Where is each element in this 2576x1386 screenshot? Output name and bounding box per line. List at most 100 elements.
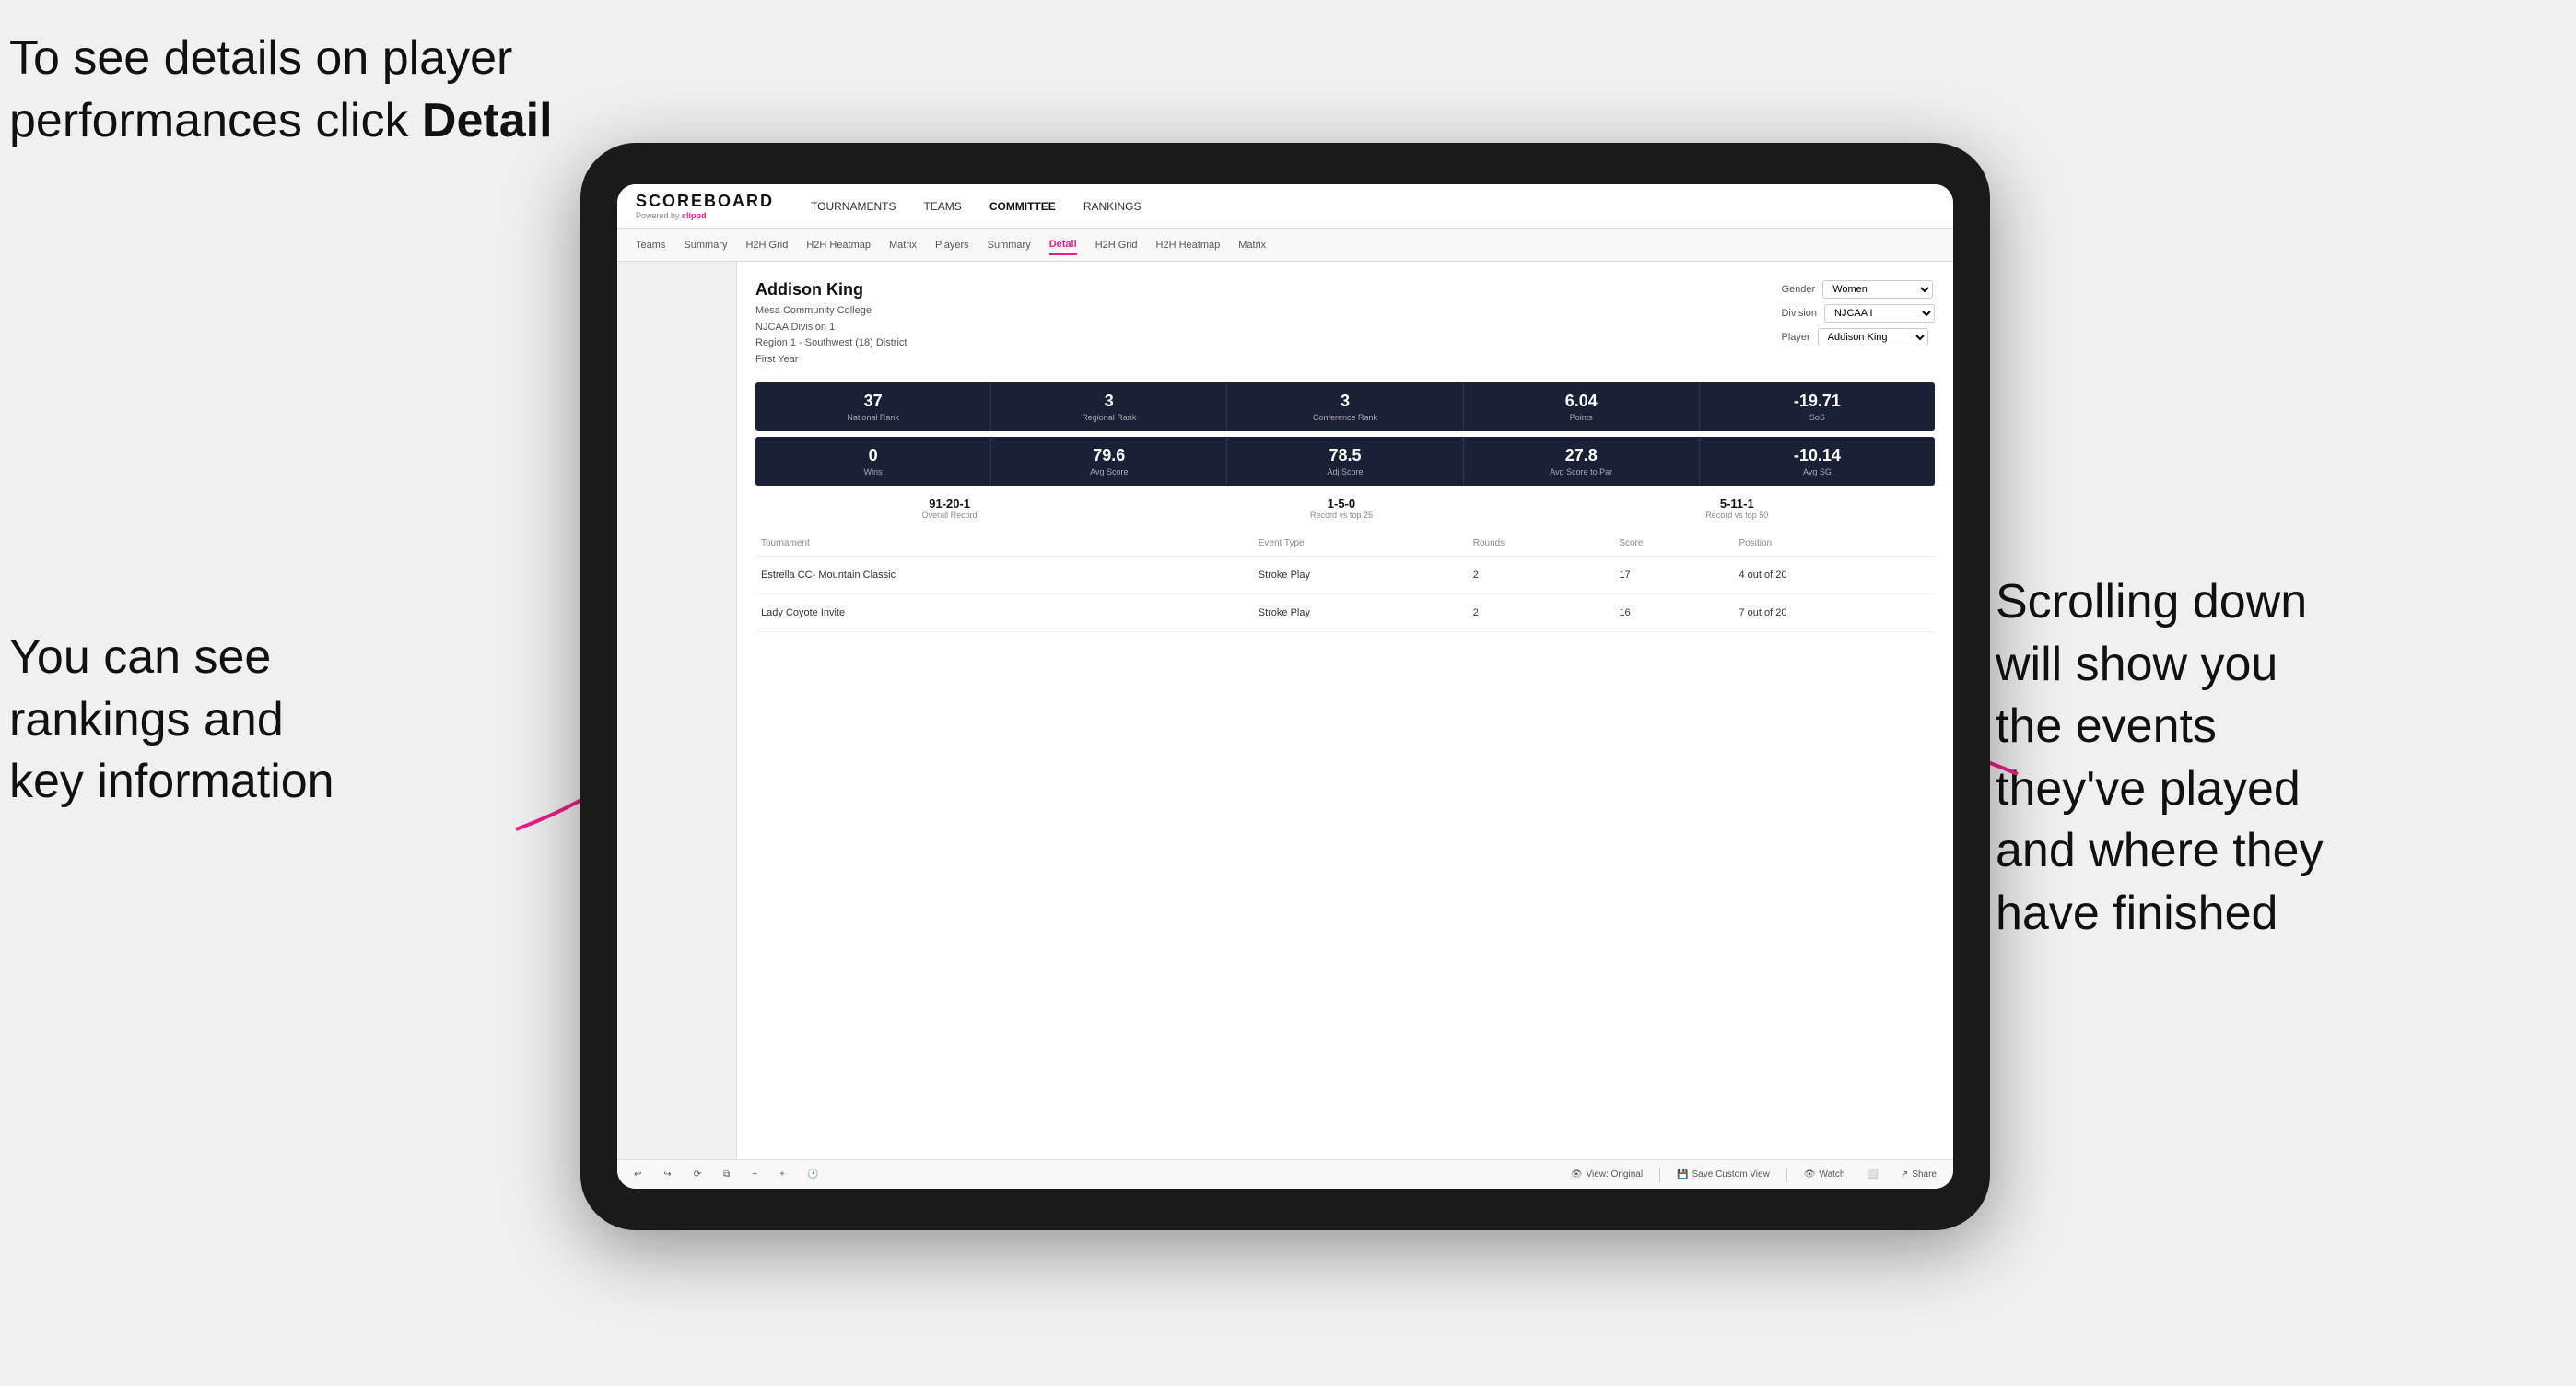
- event-tournament-1: Estrella CC- Mountain Classic: [755, 557, 1253, 594]
- subnav-summary[interactable]: Summary: [684, 236, 727, 254]
- player-selector-row: Player Addison King: [1781, 328, 1935, 346]
- record-overall: 91-20-1 Overall Record: [922, 497, 978, 520]
- toolbar-save[interactable]: 💾 Save Custom View: [1671, 1168, 1775, 1181]
- event-score-2: 16: [1613, 594, 1733, 632]
- toolbar-minus[interactable]: −: [746, 1168, 763, 1181]
- top-nav-items: TOURNAMENTS TEAMS COMMITTEE RANKINGS: [811, 196, 1141, 217]
- annotation-bottom-left: You can see rankings and key information: [9, 627, 516, 814]
- stat-points: 6.04 Points: [1464, 382, 1700, 431]
- record-top25: 1-5-0 Record vs top 25: [1310, 497, 1373, 520]
- player-info: Addison King Mesa Community College NJCA…: [755, 280, 907, 368]
- watch-label: Watch: [1820, 1169, 1845, 1180]
- top-nav: SCOREBOARD Powered by clippd TOURNAMENTS…: [617, 184, 1953, 229]
- stat-adj-score: 78.5 Adj Score: [1227, 437, 1463, 486]
- logo-scoreboard: SCOREBOARD: [636, 192, 774, 211]
- event-position-2: 7 out of 20: [1733, 594, 1935, 632]
- player-region: Region 1 - Southwest (18) District: [755, 337, 907, 348]
- col-position: Position: [1733, 531, 1935, 557]
- toolbar-share[interactable]: ↗ Share: [1895, 1168, 1942, 1181]
- nav-committee[interactable]: COMMITTEE: [989, 196, 1056, 217]
- tablet-screen: SCOREBOARD Powered by clippd TOURNAMENTS…: [617, 184, 1953, 1189]
- stat-conference-rank: 3 Conference Rank: [1227, 382, 1463, 431]
- subnav-players[interactable]: Players: [935, 236, 969, 254]
- stat-avg-score: 79.6 Avg Score: [991, 437, 1227, 486]
- main-content: Addison King Mesa Community College NJCA…: [617, 262, 1953, 1159]
- player-year: First Year: [755, 354, 798, 365]
- record-top50: 5-11-1 Record vs top 50: [1705, 497, 1768, 520]
- col-score: Score: [1613, 531, 1733, 557]
- gender-selector-row: Gender Women Men: [1781, 280, 1935, 299]
- event-tournament-2: Lady Coyote Invite: [755, 594, 1253, 632]
- logo-brand: clippd: [682, 211, 707, 220]
- stat-sos: -19.71 SoS: [1700, 382, 1935, 431]
- subnav-detail[interactable]: Detail: [1049, 235, 1077, 255]
- player-label: Player: [1781, 332, 1809, 343]
- subnav-h2h-grid[interactable]: H2H Grid: [745, 236, 788, 254]
- save-label: Save Custom View: [1692, 1169, 1770, 1180]
- view-label: View: Original: [1587, 1169, 1644, 1180]
- player-select[interactable]: Addison King: [1818, 328, 1928, 346]
- toolbar-view[interactable]: 👁 View: Original: [1565, 1168, 1648, 1181]
- subnav-h2h-heatmap[interactable]: H2H Heatmap: [806, 236, 871, 254]
- tablet: SCOREBOARD Powered by clippd TOURNAMENTS…: [580, 143, 1990, 1230]
- col-rounds: Rounds: [1468, 531, 1614, 557]
- nav-rankings[interactable]: RANKINGS: [1083, 196, 1142, 217]
- col-tournament: Tournament: [755, 531, 1253, 557]
- stat-regional-rank: 3 Regional Rank: [991, 382, 1227, 431]
- stat-national-rank: 37 National Rank: [755, 382, 991, 431]
- watch-icon: 👁: [1804, 1169, 1816, 1180]
- event-rounds-1: 2: [1468, 557, 1614, 594]
- player-name: Addison King: [755, 280, 907, 300]
- gender-select[interactable]: Women Men: [1822, 280, 1933, 299]
- player-header: Addison King Mesa Community College NJCA…: [755, 280, 1935, 368]
- nav-tournaments[interactable]: TOURNAMENTS: [811, 196, 896, 217]
- event-type-2: Stroke Play: [1253, 594, 1468, 632]
- toolbar-sep-1: [1659, 1168, 1660, 1182]
- toolbar-clock[interactable]: 🕐: [802, 1168, 824, 1181]
- stat-avg-sg: -10.14 Avg SG: [1700, 437, 1935, 486]
- toolbar-refresh[interactable]: ⟳: [688, 1168, 707, 1181]
- toolbar-plus[interactable]: +: [774, 1168, 790, 1181]
- event-position-1: 4 out of 20: [1733, 557, 1935, 594]
- share-icon: ↗: [1901, 1169, 1908, 1180]
- share-label: Share: [1912, 1169, 1937, 1180]
- division-select[interactable]: NJCAA I NJCAA II: [1824, 304, 1935, 323]
- subnav-teams[interactable]: Teams: [636, 236, 665, 254]
- subnav-matrix[interactable]: Matrix: [889, 236, 917, 254]
- division-label: Division: [1781, 308, 1817, 319]
- player-division: NJCAA Division 1: [755, 322, 835, 333]
- event-rounds-2: 2: [1468, 594, 1614, 632]
- division-selector-row: Division NJCAA I NJCAA II: [1781, 304, 1935, 323]
- toolbar-undo[interactable]: ↩: [628, 1168, 647, 1181]
- toolbar-sep-2: [1786, 1168, 1787, 1182]
- content-area: Addison King Mesa Community College NJCA…: [737, 262, 1953, 1159]
- annotation-right: Scrolling down will show you the events …: [1996, 571, 2567, 946]
- player-selectors: Gender Women Men Division NJCAA I NJCAA …: [1781, 280, 1935, 368]
- stats-row-1: 37 National Rank 3 Regional Rank 3 Confe…: [755, 382, 1935, 431]
- subnav-h2h-grid2[interactable]: H2H Grid: [1095, 236, 1138, 254]
- event-score-1: 17: [1613, 557, 1733, 594]
- sub-nav: Teams Summary H2H Grid H2H Heatmap Matri…: [617, 229, 1953, 262]
- toolbar-redo[interactable]: ↪: [658, 1168, 676, 1181]
- save-icon: 💾: [1677, 1169, 1688, 1180]
- toolbar-screen[interactable]: ⬜: [1861, 1168, 1883, 1181]
- records-row: 91-20-1 Overall Record 1-5-0 Record vs t…: [755, 497, 1935, 520]
- stats-row-2: 0 Wins 79.6 Avg Score 78.5 Adj Score 27.…: [755, 437, 1935, 486]
- subnav-h2h-heatmap2[interactable]: H2H Heatmap: [1156, 236, 1221, 254]
- gender-label: Gender: [1781, 284, 1815, 295]
- toolbar-watch[interactable]: 👁 Watch: [1798, 1168, 1851, 1181]
- table-row: Lady Coyote Invite Stroke Play 2 16 7 ou…: [755, 594, 1935, 632]
- bottom-toolbar: ↩ ↪ ⟳ ⧉ − + 🕐 👁 View: Original 💾 Save Cu…: [617, 1159, 1953, 1189]
- stat-wins: 0 Wins: [755, 437, 991, 486]
- table-row: Estrella CC- Mountain Classic Stroke Pla…: [755, 557, 1935, 594]
- view-icon: 👁: [1571, 1169, 1583, 1180]
- event-type-1: Stroke Play: [1253, 557, 1468, 594]
- subnav-matrix2[interactable]: Matrix: [1238, 236, 1266, 254]
- logo-powered: Powered by clippd: [636, 211, 774, 220]
- subnav-summary2[interactable]: Summary: [988, 236, 1031, 254]
- stat-avg-score-par: 27.8 Avg Score to Par: [1464, 437, 1700, 486]
- toolbar-copy[interactable]: ⧉: [718, 1168, 735, 1181]
- nav-teams[interactable]: TEAMS: [923, 196, 961, 217]
- player-college: Mesa Community College: [755, 305, 872, 316]
- col-event-type: Event Type: [1253, 531, 1468, 557]
